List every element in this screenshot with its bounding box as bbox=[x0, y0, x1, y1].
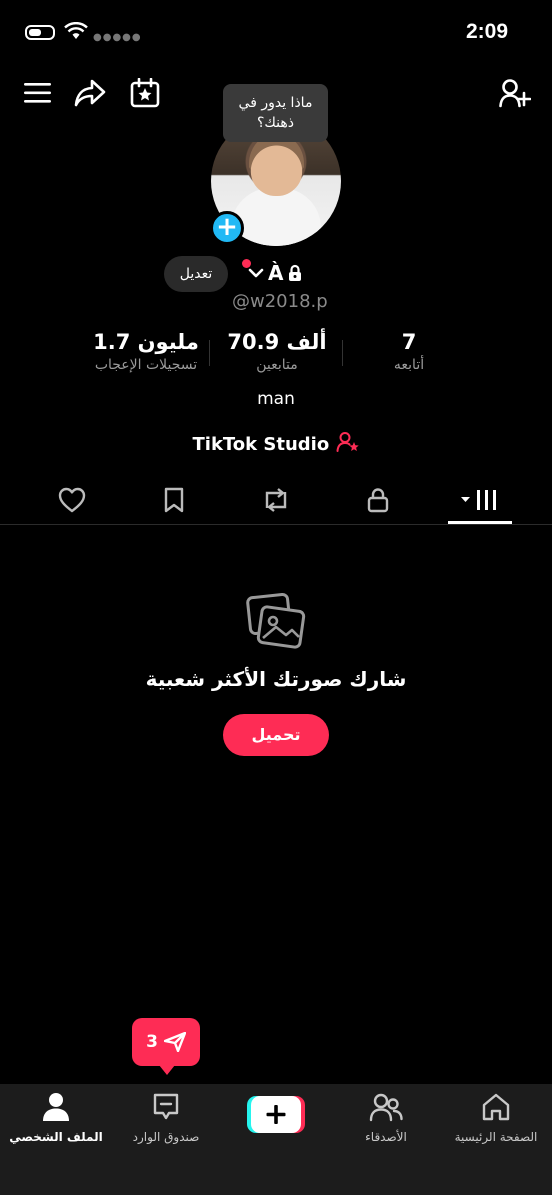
likes-label: تسجيلات الإعجاب bbox=[94, 357, 198, 373]
bookmark-icon bbox=[164, 487, 184, 513]
tab-favorites[interactable] bbox=[144, 482, 204, 518]
person-icon bbox=[43, 1093, 69, 1121]
lock-icon bbox=[289, 264, 302, 281]
followers-label: متابعين bbox=[256, 357, 298, 373]
wifi-icon bbox=[64, 22, 88, 39]
photos-icon bbox=[246, 593, 306, 649]
create-button[interactable] bbox=[247, 1096, 305, 1133]
stats-divider bbox=[342, 340, 343, 366]
heart-icon bbox=[58, 487, 86, 513]
signal-dots-icon: ●●●●● bbox=[93, 32, 142, 43]
username: @w2018.p bbox=[232, 291, 328, 312]
friends-icon bbox=[369, 1093, 403, 1122]
studio-label: TikTok Studio bbox=[192, 434, 330, 455]
following-label: أتابعه bbox=[393, 357, 425, 373]
likes-stat[interactable]: 1.7 مليون تسجيلات الإعجاب bbox=[80, 329, 212, 375]
nav-inbox[interactable]: صندوق الوارد bbox=[116, 1092, 216, 1144]
stats-divider bbox=[209, 340, 210, 366]
bio: man bbox=[257, 389, 295, 409]
status-time: 2:09 bbox=[465, 20, 508, 43]
tiktok-studio-link[interactable]: TikTok Studio bbox=[0, 431, 552, 455]
battery-icon bbox=[25, 25, 55, 40]
nav-home-label: الصفحة الرئيسية bbox=[454, 1130, 538, 1144]
following-stat[interactable]: 7 أتابعه bbox=[370, 329, 448, 375]
nav-inbox-label: صندوق الوارد bbox=[132, 1130, 200, 1144]
edit-profile-button[interactable]: تعديل bbox=[164, 256, 228, 292]
menu-icon[interactable] bbox=[24, 82, 51, 104]
tabs-divider bbox=[0, 524, 552, 525]
videos-grid-icon bbox=[461, 490, 496, 510]
nav-profile-label: الملف الشخصي bbox=[9, 1130, 103, 1144]
tab-reposts[interactable] bbox=[246, 482, 306, 518]
tab-videos[interactable] bbox=[450, 482, 510, 518]
calendar-star-icon[interactable] bbox=[130, 78, 160, 108]
nav-profile[interactable]: الملف الشخصي bbox=[6, 1092, 106, 1144]
nav-friends[interactable]: الأصدقاء bbox=[336, 1092, 436, 1144]
status-tooltip[interactable]: ماذا يدور في ذهنك؟ bbox=[223, 84, 328, 142]
lock-icon bbox=[367, 488, 389, 513]
followers-stat[interactable]: 70.9 ألف متابعين bbox=[222, 329, 332, 375]
inbox-icon bbox=[153, 1093, 179, 1120]
share-icon[interactable] bbox=[74, 79, 106, 107]
empty-state-title: شارك صورتك الأكثر شعبية bbox=[145, 667, 407, 691]
add-story-icon[interactable]: + bbox=[210, 211, 244, 245]
tab-liked[interactable] bbox=[42, 482, 102, 518]
send-icon bbox=[163, 1032, 186, 1052]
nav-friends-label: الأصدقاء bbox=[365, 1130, 407, 1144]
followers-count: 70.9 ألف bbox=[227, 330, 327, 354]
inbox-notification-bubble[interactable]: 3 bbox=[132, 1018, 200, 1075]
nav-home[interactable]: الصفحة الرئيسية bbox=[446, 1092, 546, 1144]
person-star-icon bbox=[336, 432, 359, 452]
home-icon bbox=[482, 1093, 510, 1121]
chevron-down-icon bbox=[248, 268, 264, 278]
add-friend-icon[interactable] bbox=[499, 78, 531, 108]
upload-button[interactable]: تحميل bbox=[223, 714, 329, 756]
following-count: 7 bbox=[401, 330, 417, 354]
display-name-row[interactable]: À bbox=[248, 261, 303, 285]
repost-icon bbox=[265, 488, 287, 512]
display-name: À bbox=[268, 261, 284, 285]
tab-private[interactable] bbox=[348, 482, 408, 518]
likes-count: 1.7 مليون bbox=[93, 330, 199, 354]
inbox-count: 3 bbox=[146, 1032, 158, 1052]
